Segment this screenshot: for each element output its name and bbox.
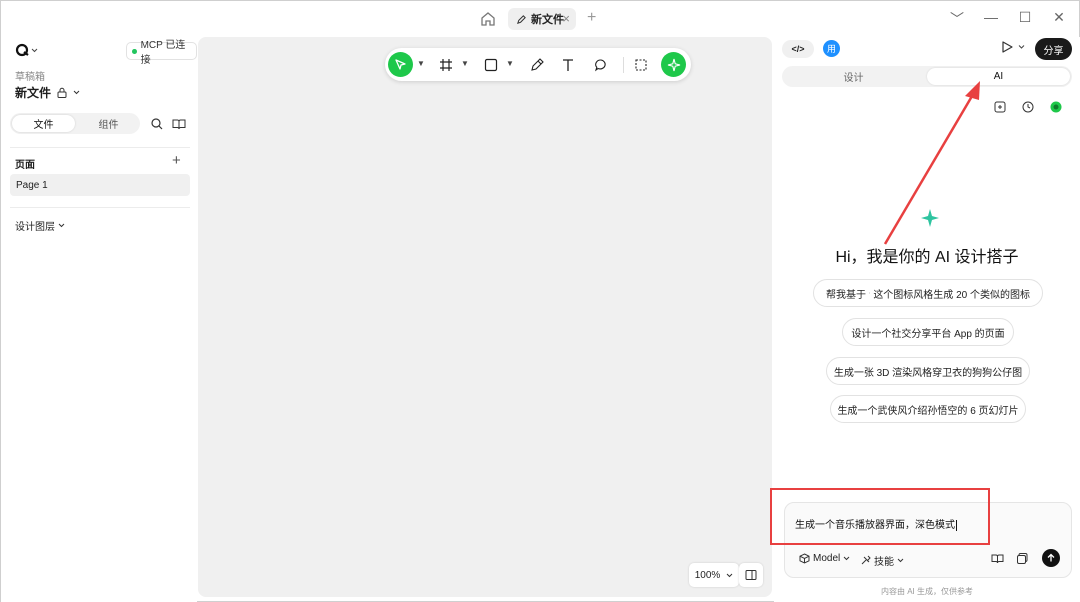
select-tool[interactable] — [388, 52, 413, 77]
rectangle-tool[interactable] — [480, 54, 502, 76]
share-button[interactable]: 分享 — [1035, 38, 1072, 60]
arrow-up-icon — [1047, 553, 1055, 562]
panel-tabs: 设计 AI — [782, 66, 1072, 87]
skills-label: 技能 — [874, 557, 894, 568]
attachment-icon[interactable] — [1016, 552, 1029, 565]
home-icon[interactable] — [479, 10, 497, 28]
dashed-frame-icon — [635, 59, 647, 71]
file-name-label: 新文件 — [15, 86, 52, 100]
search-icon[interactable] — [150, 117, 164, 131]
mcp-status-label: MCP 已连接 — [140, 40, 186, 66]
chevron-down-icon — [843, 556, 850, 561]
present-button[interactable] — [1001, 40, 1027, 57]
close-window-icon[interactable]: ✕ — [1049, 9, 1069, 29]
model-selector[interactable]: Model — [799, 553, 850, 564]
tab-new-file[interactable]: 新文件 × — [508, 8, 576, 30]
model-label: Model — [813, 553, 841, 564]
suggestion-text: 帮我基于 — [826, 289, 866, 301]
logo-icon — [15, 43, 38, 57]
drafts-breadcrumb[interactable]: 草稿箱 — [15, 68, 45, 83]
layers-header[interactable]: 设计图层 — [15, 218, 65, 233]
design-canvas[interactable]: ▼ ▼ ▼ 100% — [198, 37, 772, 597]
suggestion-chip[interactable]: 设计一个社交分享平台 App 的页面 — [842, 318, 1014, 346]
new-chat-icon[interactable] — [993, 100, 1007, 114]
toolbar-divider — [623, 57, 624, 73]
add-page-button[interactable]: + — [172, 152, 181, 169]
panel-icon — [745, 570, 757, 580]
divider — [10, 147, 190, 148]
history-icon[interactable] — [1021, 100, 1035, 114]
pen-icon — [531, 58, 544, 71]
book-icon[interactable] — [991, 552, 1004, 565]
app-logo[interactable] — [15, 43, 39, 62]
tab-files[interactable]: 文件 — [12, 115, 75, 132]
dropdown-icon[interactable]: ﹀ — [947, 9, 967, 29]
tab-title: 新文件 — [531, 14, 564, 26]
sidebar-tabs: 文件 组件 — [10, 113, 140, 134]
pen-icon — [517, 14, 526, 24]
tab-design[interactable]: 设计 — [782, 66, 925, 87]
chevron-down-icon[interactable]: ▼ — [461, 59, 469, 68]
title-bar: 新文件 × + ﹀ — ☐ ✕ — [1, 1, 1079, 37]
frame-tool[interactable] — [435, 54, 457, 76]
avatar[interactable]: 用 — [823, 40, 840, 57]
layers-header-label: 设计图层 — [15, 222, 55, 233]
ai-disclaimer: 内容由 AI 生成，仅供参考 — [880, 587, 973, 596]
ai-tool[interactable] — [661, 52, 686, 77]
minimize-icon[interactable]: — — [981, 9, 1001, 29]
suggestion-text: 这个图标风格生成 20 个类似的图标 — [873, 289, 1030, 301]
ai-greeting: Hi，我是你的 AI 设计搭子 — [835, 249, 1019, 266]
lock-icon — [57, 87, 67, 98]
chevron-down-icon — [73, 90, 80, 95]
text-tool[interactable] — [557, 54, 579, 76]
send-button[interactable] — [1042, 549, 1060, 567]
file-name-title[interactable]: 新文件 — [15, 84, 80, 101]
ai-sparkle-icon — [921, 209, 939, 227]
cube-icon — [799, 553, 810, 564]
tab-ai[interactable]: AI — [927, 68, 1070, 85]
frame-icon — [440, 59, 452, 71]
comment-icon — [595, 59, 606, 72]
skills-selector[interactable]: 技能 — [860, 553, 904, 568]
code-view-button[interactable]: </> — [782, 40, 814, 58]
chevron-down-icon — [897, 558, 904, 563]
play-icon — [1002, 41, 1025, 53]
chevron-down-icon — [58, 223, 65, 228]
mcp-status-badge[interactable]: MCP 已连接 — [126, 40, 197, 66]
close-tab-icon[interactable]: × — [562, 11, 570, 26]
page-list-item[interactable]: Page 1 — [10, 174, 190, 196]
chevron-down-icon — [726, 573, 733, 577]
credits-icon[interactable] — [1049, 100, 1063, 114]
divider — [10, 207, 190, 208]
comment-tool[interactable] — [590, 54, 612, 76]
pointer-icon — [395, 59, 406, 70]
text-icon — [563, 59, 573, 71]
status-dot-icon — [132, 48, 137, 54]
suggestion-chip[interactable]: 帮我基于 这个图标风格生成 20 个类似的图标 — [813, 279, 1043, 307]
pages-header: 页面 — [15, 160, 35, 171]
comment-icon — [869, 292, 871, 294]
sparkle-icon — [667, 58, 680, 71]
new-tab-button[interactable]: + — [587, 9, 596, 27]
chevron-down-icon[interactable]: ▼ — [506, 59, 514, 68]
canvas-toolbar: ▼ ▼ ▼ — [385, 48, 691, 81]
suggestion-chip[interactable]: 生成一个武侠风介绍孙悟空的 6 页幻灯片 — [830, 395, 1026, 423]
book-icon[interactable] — [172, 117, 186, 131]
tools-icon — [861, 555, 871, 565]
pen-tool[interactable] — [526, 54, 548, 76]
maximize-icon[interactable]: ☐ — [1015, 9, 1035, 29]
chevron-down-icon[interactable]: ▼ — [417, 59, 425, 68]
tab-components[interactable]: 组件 — [77, 113, 140, 134]
suggestion-chip[interactable]: 生成一张 3D 渲染风格穿卫衣的狗狗公仔图 — [826, 357, 1030, 385]
app-window: 新文件 × + ﹀ — ☐ ✕ MCP 已连接 草稿箱 新文件 文件 组件 页面… — [0, 0, 1080, 602]
zoom-control[interactable]: 100% — [689, 563, 739, 587]
highlight-box — [770, 488, 990, 545]
zoom-level: 100% — [694, 569, 721, 581]
toggle-panel-button[interactable] — [739, 563, 763, 587]
crop-tool[interactable] — [630, 54, 652, 76]
left-sidebar: MCP 已连接 草稿箱 新文件 文件 组件 页面 + Page 1 设计图层 — [1, 37, 197, 602]
rectangle-icon — [484, 58, 498, 72]
